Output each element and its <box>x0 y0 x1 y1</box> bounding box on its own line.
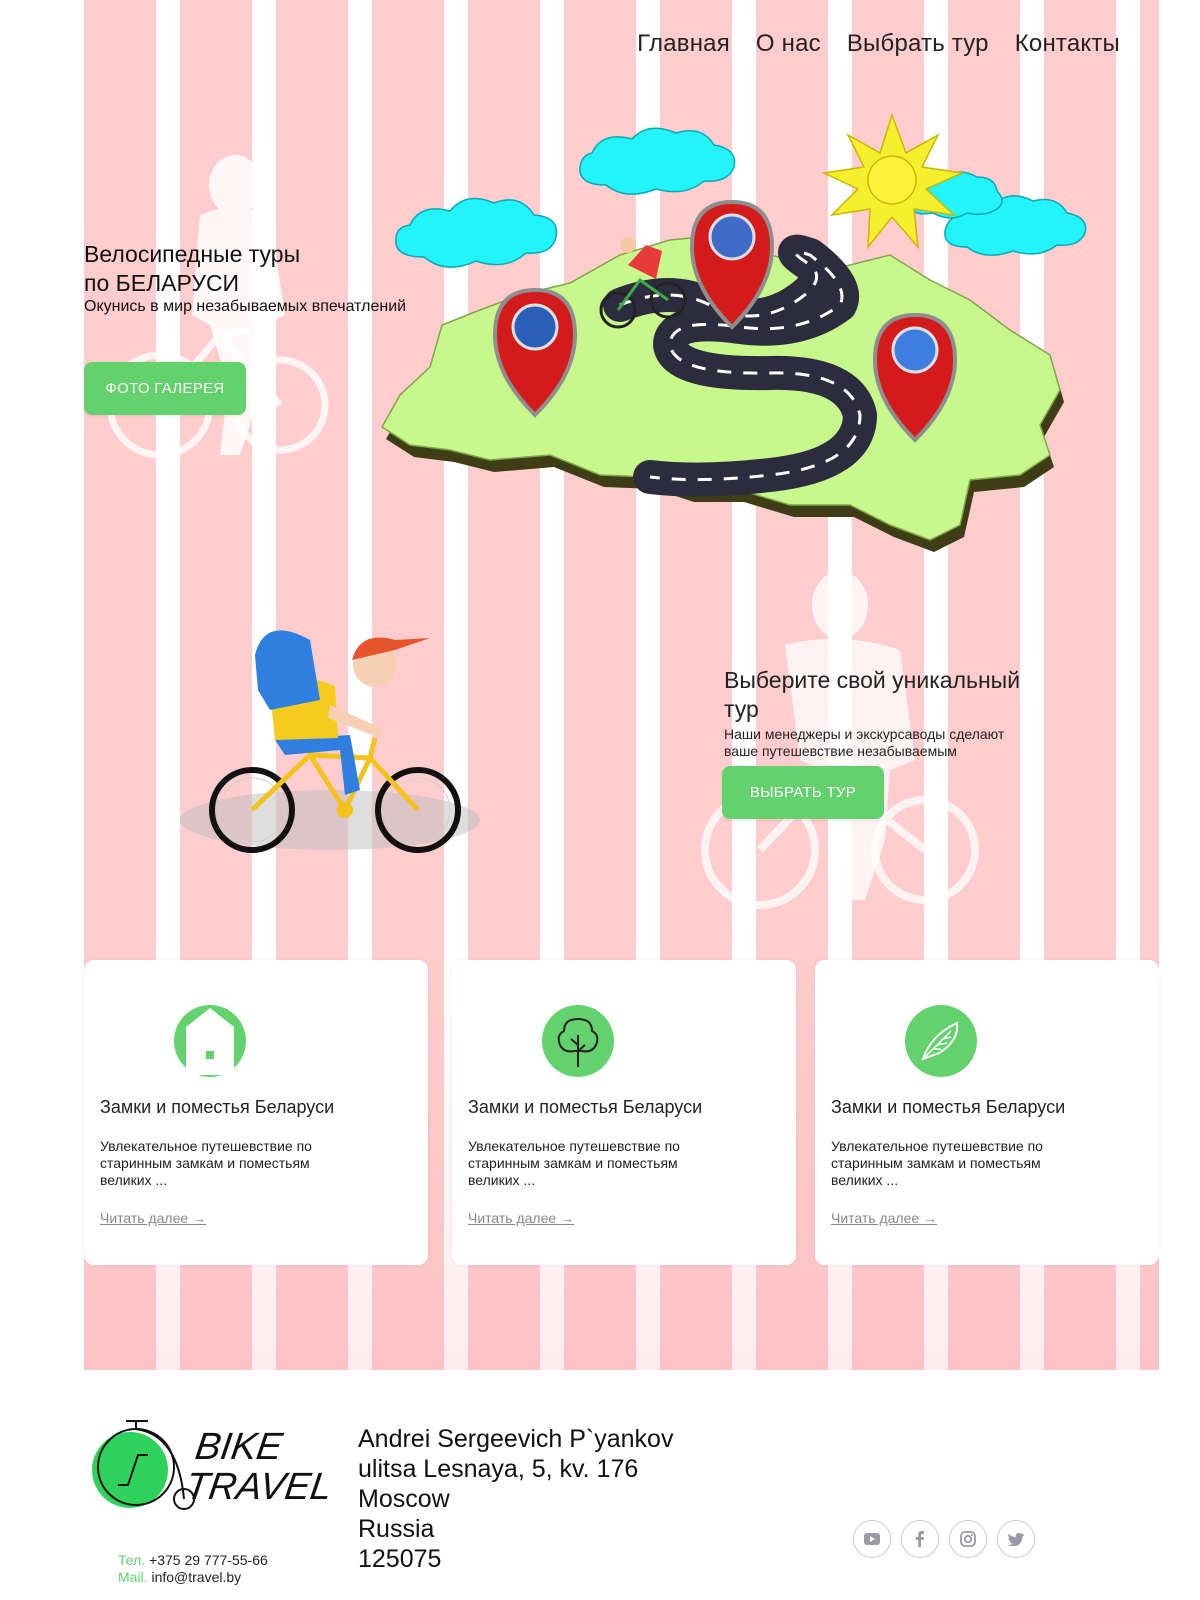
logo-text-line1: BIKE <box>193 1425 286 1468</box>
feature-card: Замки и поместья Беларуси Увлекательное … <box>452 960 796 1265</box>
read-more-link[interactable]: Читать далее → <box>468 1210 574 1226</box>
card-text-line: великих ... <box>468 1172 536 1188</box>
card-text: Увлекательное путешевствие по старинным … <box>100 1138 350 1189</box>
address-line: Andrei Sergeevich P`yankov <box>358 1425 674 1453</box>
mail-label: Mail. <box>118 1569 148 1585</box>
sun-icon <box>821 112 965 250</box>
feather-icon <box>905 1005 977 1077</box>
tour-title-line1: Выберите свой уникальный <box>724 667 1021 693</box>
card-text: Увлекательное путешевствие по старинным … <box>468 1138 718 1189</box>
tour-description: Наши менеджеры и экскурсаводы сделают ва… <box>724 726 1024 760</box>
belarus-map-illustration <box>380 112 1087 552</box>
address-line: Russia <box>358 1515 435 1543</box>
feature-card: Замки и поместья Беларуси Увлекательное … <box>815 960 1159 1265</box>
cloud-icon <box>395 197 558 268</box>
twitter-icon <box>1008 1532 1024 1546</box>
read-more-link[interactable]: Читать далее → <box>100 1210 206 1226</box>
facebook-link[interactable] <box>901 1520 939 1558</box>
house-icon <box>174 1005 246 1077</box>
social-links <box>853 1520 1035 1558</box>
logo-text-line2: TRAVEL <box>183 1465 335 1508</box>
hero-title-line2: по БЕЛАРУСИ <box>84 270 240 296</box>
card-text-line: старинным замкам и поместьям <box>468 1155 678 1171</box>
nav-home[interactable]: Главная <box>637 30 730 58</box>
address-line: Moscow <box>358 1485 450 1513</box>
tour-description-line2: ваше путешевствие незабываемым <box>724 743 957 759</box>
footer-address: Andrei Sergeevich P`yankov ulitsa Lesnay… <box>358 1424 673 1574</box>
hero-subtitle: Окунись в мир незабываемых впечатлений <box>84 298 407 315</box>
nav-contacts[interactable]: Контакты <box>1015 30 1120 58</box>
address-line: 125075 <box>358 1545 442 1573</box>
card-title: Замки и поместья Беларуси <box>468 1097 703 1117</box>
cyclist-illustration <box>180 630 480 853</box>
phone-label: Тел. <box>118 1552 146 1568</box>
read-more-link[interactable]: Читать далее → <box>831 1210 937 1226</box>
choose-tour-button[interactable]: ВЫБРАТЬ ТУР <box>722 766 884 819</box>
tree-icon <box>542 1005 614 1077</box>
photo-gallery-button[interactable]: ФОТО ГАЛЕРЕЯ <box>84 362 246 415</box>
nav-choose-tour[interactable]: Выбрать тур <box>847 30 989 58</box>
card-title: Замки и поместья Беларуси <box>100 1097 335 1117</box>
youtube-link[interactable] <box>853 1520 891 1558</box>
card-text-line: великих ... <box>100 1172 168 1188</box>
nav-about[interactable]: О нас <box>756 30 821 58</box>
facebook-icon <box>916 1531 924 1547</box>
address-line: ulitsa Lesnaya, 5, kv. 176 <box>358 1455 639 1483</box>
youtube-icon <box>864 1533 880 1545</box>
tour-description-line1: Наши менеджеры и экскурсаводы сделают <box>724 726 1005 742</box>
tour-title: Выберите свой уникальный тур <box>724 666 1054 724</box>
mail-row: Mail. info@travel.by <box>118 1569 268 1586</box>
card-text-line: старинным замкам и поместьям <box>100 1155 310 1171</box>
main-nav: Главная О нас Выбрать тур Контакты <box>637 30 1120 58</box>
phone-row: Тел. +375 29 777-55-66 <box>118 1552 268 1569</box>
bike-travel-logo[interactable]: BIKE TRAVEL <box>88 1415 338 1515</box>
phone-number[interactable]: +375 29 777-55-66 <box>149 1552 268 1568</box>
hero-title: Велосипедные туры по БЕЛАРУСИ <box>84 240 300 298</box>
card-text: Увлекательное путешевствие по старинным … <box>831 1138 1081 1189</box>
card-text-line: Увлекательное путешевствие по <box>468 1138 680 1154</box>
feature-card: Замки и поместья Беларуси Увлекательное … <box>84 960 428 1265</box>
tour-title-line2: тур <box>724 696 759 722</box>
card-text-line: великих ... <box>831 1172 899 1188</box>
cloud-icon <box>579 127 736 195</box>
card-text-line: старинным замкам и поместьям <box>831 1155 1041 1171</box>
twitter-link[interactable] <box>997 1520 1035 1558</box>
instagram-link[interactable] <box>949 1520 987 1558</box>
footer-contacts: Тел. +375 29 777-55-66 Mail. info@travel… <box>118 1552 268 1586</box>
instagram-icon <box>960 1531 976 1547</box>
hero-title-line1: Велосипедные туры <box>84 241 301 267</box>
card-text-line: Увлекательное путешевствие по <box>100 1138 312 1154</box>
card-title: Замки и поместья Беларуси <box>831 1097 1066 1117</box>
mail-address[interactable]: info@travel.by <box>151 1569 241 1585</box>
card-text-line: Увлекательное путешевствие по <box>831 1138 1043 1154</box>
